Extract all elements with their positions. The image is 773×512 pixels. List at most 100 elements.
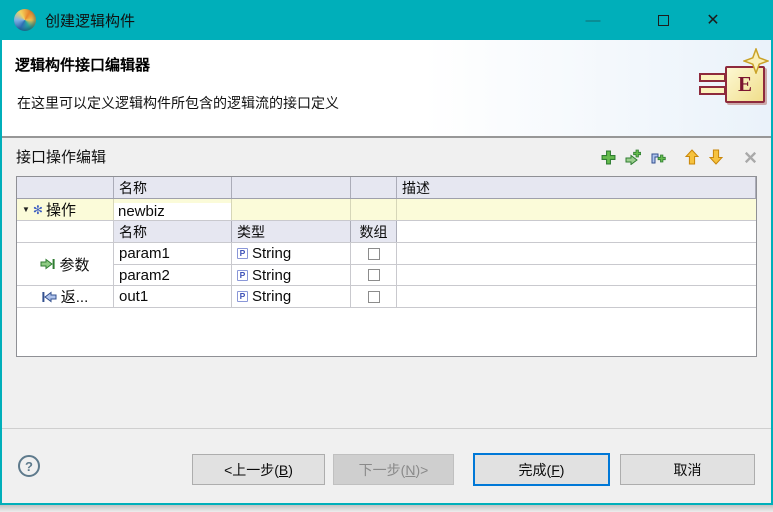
close-button[interactable]: ✕: [690, 0, 736, 40]
table-toolbar: [599, 148, 759, 166]
add-parameter-icon: [625, 149, 641, 165]
operation-blank-cell[interactable]: [232, 199, 351, 220]
back-label: <上一步(: [224, 460, 279, 480]
cancel-button[interactable]: 取消: [620, 454, 755, 485]
subheader-array: 数组: [351, 221, 397, 242]
param-name-value: param2: [119, 267, 170, 284]
parameters-group: 参数 param1 P String: [17, 243, 756, 286]
type-icon: P: [237, 248, 248, 259]
add-output-button[interactable]: [649, 148, 667, 166]
titlebar: 创建逻辑构件 — ✕: [2, 0, 771, 40]
return-name-cell[interactable]: out1: [114, 286, 232, 307]
parameters-label-cell[interactable]: 参数: [17, 243, 114, 285]
help-button[interactable]: ?: [18, 455, 40, 477]
array-checkbox[interactable]: [368, 269, 380, 281]
next-label-suffix: )>: [415, 462, 428, 478]
next-label: 下一步(: [359, 460, 406, 480]
param-name-cell[interactable]: param2: [114, 265, 232, 285]
return-label-cell[interactable]: 返...: [17, 286, 114, 307]
param-name-cell[interactable]: param1: [114, 243, 232, 264]
table-empty-area: [17, 308, 756, 356]
next-button: 下一步(N)>: [333, 454, 454, 485]
add-output-icon: [650, 149, 666, 165]
param-array-cell[interactable]: [351, 243, 397, 264]
input-arrow-icon: [40, 258, 55, 270]
param-description-cell[interactable]: [397, 265, 756, 285]
add-operation-icon: [601, 150, 616, 165]
move-down-icon: [708, 149, 724, 165]
table-header-row: 名称 描述: [17, 177, 756, 199]
header-blank: [351, 177, 397, 198]
param-type-cell[interactable]: P String: [232, 265, 351, 285]
table-row[interactable]: out1 P String: [114, 286, 756, 307]
app-logo-icon: [14, 9, 36, 31]
operation-name-cell[interactable]: newbiz: [114, 199, 232, 220]
operation-gear-icon: ✻: [33, 203, 43, 217]
close-icon: ✕: [706, 10, 719, 30]
maximize-icon: [658, 15, 669, 26]
add-operation-button[interactable]: [599, 148, 617, 166]
type-icon: P: [237, 291, 248, 302]
table-row[interactable]: param1 P String: [114, 243, 756, 264]
type-icon: P: [237, 270, 248, 281]
array-checkbox[interactable]: [368, 291, 380, 303]
array-checkbox[interactable]: [368, 248, 380, 260]
return-array-cell[interactable]: [351, 286, 397, 307]
sub-header-row: 名称 类型 数组: [17, 221, 756, 243]
operation-label: 操作: [46, 199, 76, 220]
expander-icon[interactable]: ▼: [22, 205, 30, 214]
help-icon: ?: [25, 459, 33, 474]
window-title: 创建逻辑构件: [45, 10, 135, 31]
header-description: 描述: [397, 177, 756, 198]
add-parameter-button[interactable]: [624, 148, 642, 166]
subheader-type: 类型: [232, 221, 351, 242]
interface-port-icon: [699, 86, 726, 95]
operation-name-value[interactable]: newbiz: [114, 203, 231, 220]
return-label: 返...: [61, 286, 89, 307]
page-title: 逻辑构件接口编辑器: [15, 54, 150, 75]
header-blank: [232, 177, 351, 198]
page-description: 在这里可以定义逻辑构件所包含的逻辑流的接口定义: [17, 93, 339, 113]
table-row[interactable]: param2 P String: [114, 264, 756, 285]
subheader-name: 名称: [114, 221, 232, 242]
back-button[interactable]: <上一步(B): [192, 454, 325, 485]
section-label: 接口操作编辑: [16, 146, 106, 167]
back-label-suffix: ): [288, 462, 293, 478]
return-description-cell[interactable]: [397, 286, 756, 307]
minimize-button[interactable]: —: [570, 0, 616, 40]
param-array-cell[interactable]: [351, 265, 397, 285]
interface-port-icon: [699, 73, 726, 82]
delete-button[interactable]: [741, 148, 759, 166]
move-up-icon: [684, 149, 700, 165]
header-name: 名称: [114, 177, 232, 198]
operations-table: 名称 描述 ▼ ✻ 操作 newbiz 名称: [16, 176, 757, 357]
button-bar: ? <上一步(B) 下一步(N)> 完成(F) 取消: [2, 428, 771, 503]
operation-label-cell[interactable]: ▼ ✻ 操作: [17, 199, 114, 220]
return-name-value: out1: [119, 288, 148, 305]
param-type-cell[interactable]: P String: [232, 243, 351, 264]
create-logic-component-dialog: 创建逻辑构件 — ✕ 逻辑构件接口编辑器 在这里可以定义逻辑构件所包含的逻辑流的…: [0, 0, 773, 505]
param-type-value: String: [252, 267, 291, 284]
window-shadow: [0, 505, 773, 512]
next-mnemonic: N: [405, 462, 415, 478]
param-name-value: param1: [119, 245, 170, 262]
param-type-value: String: [252, 245, 291, 262]
operation-blank-cell[interactable]: [351, 199, 397, 220]
finish-button[interactable]: 完成(F): [473, 453, 610, 486]
move-up-button[interactable]: [683, 148, 701, 166]
return-type-cell[interactable]: P String: [232, 286, 351, 307]
return-group: 返... out1 P String: [17, 286, 756, 308]
finish-mnemonic: F: [551, 462, 560, 478]
move-down-button[interactable]: [707, 148, 725, 166]
parameters-label: 参数: [59, 254, 89, 275]
back-mnemonic: B: [279, 462, 288, 478]
param-description-cell[interactable]: [397, 243, 756, 264]
finish-label: 完成(: [519, 460, 552, 480]
cancel-label: 取消: [674, 460, 702, 480]
delete-icon: [744, 151, 757, 164]
banner-letter: E: [738, 72, 752, 97]
maximize-button[interactable]: [640, 0, 686, 40]
operation-row[interactable]: ▼ ✻ 操作 newbiz: [17, 199, 756, 221]
sparkle-icon: [743, 48, 769, 74]
operation-description-cell[interactable]: [397, 199, 756, 220]
